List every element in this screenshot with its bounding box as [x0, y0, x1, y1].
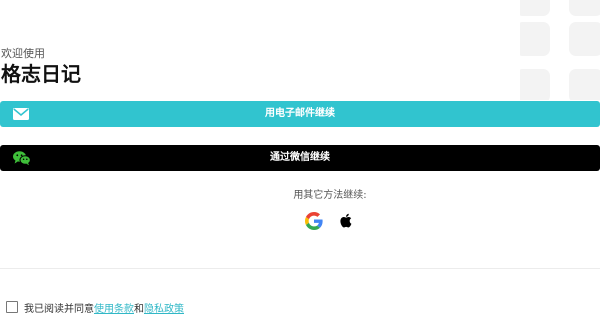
privacy-policy-link[interactable]: 隐私政策	[144, 300, 184, 315]
sign-in-google-button[interactable]	[305, 212, 325, 232]
continue-with-wechat-button[interactable]: 通过微信继续	[0, 145, 600, 171]
google-icon	[305, 212, 323, 230]
consent-conjunction: 和	[134, 303, 144, 315]
decorative-tile	[569, 22, 600, 56]
decorative-tile	[569, 69, 600, 100]
sign-in-apple-button[interactable]	[338, 212, 358, 232]
terms-consent: 我已阅读并同意 使用条款 和 隐私政策	[6, 299, 184, 315]
continue-with-email-button[interactable]: 用电子邮件继续	[0, 101, 600, 127]
decorative-tile	[520, 69, 550, 100]
welcome-text: 欢迎使用	[1, 47, 45, 60]
section-divider	[0, 268, 600, 269]
terms-of-use-link[interactable]: 使用条款	[94, 300, 134, 315]
consent-prefix: 我已阅读并同意	[24, 303, 94, 315]
decorative-tiles	[520, 0, 600, 100]
consent-checkbox[interactable]	[6, 301, 18, 313]
decorative-tile	[520, 0, 550, 16]
wechat-button-label: 通过微信继续	[270, 152, 330, 163]
decorative-tile	[569, 0, 600, 16]
apple-icon	[340, 213, 352, 228]
email-button-label: 用电子邮件继续	[265, 108, 335, 119]
decorative-tile	[520, 22, 550, 56]
alternative-methods-label: 用其它方法继续:	[293, 190, 367, 201]
app-name-title: 格志日记	[1, 62, 81, 86]
